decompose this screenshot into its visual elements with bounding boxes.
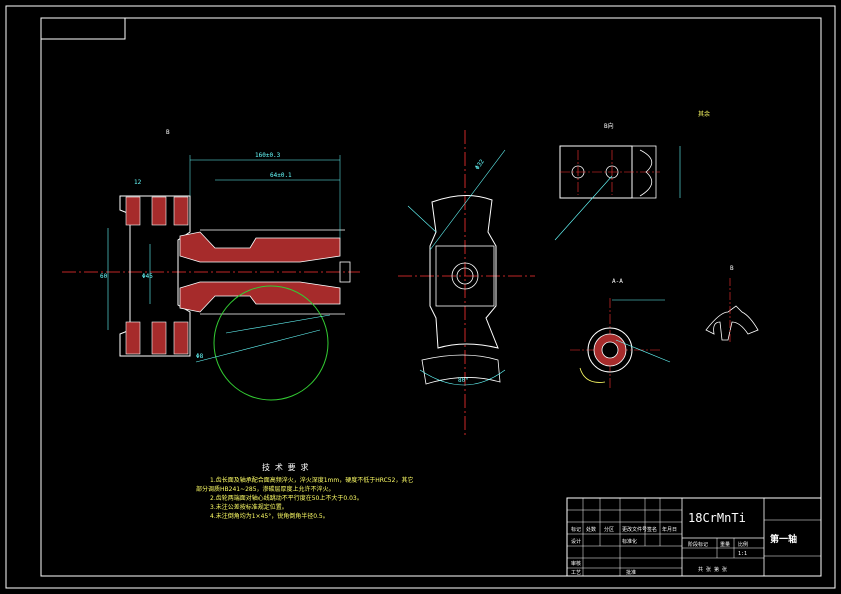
tech-req-line-3: 2.齿轮两端面对轴心线跳动不平行度在50上不大于0.03。 [210, 494, 363, 502]
part-name: 第一轴 [770, 533, 797, 545]
dim-fork-radius: Φ32 [474, 158, 486, 171]
tb-scale: 比例 [738, 541, 748, 548]
spline-bore [601, 341, 619, 359]
tech-req-line-5: 4.未注倒角均为1×45°，锐角倒角半径0.5。 [210, 512, 329, 520]
title-block: 标记 处数 分区 更改文件号 签名 年月日 设计 标准化 审核 工艺 批准 阶段… [566, 497, 822, 577]
hatch-top-1 [125, 196, 141, 226]
view-label-b-direction: B向 [604, 122, 614, 130]
corner-label-box [40, 17, 126, 40]
tb-approve: 批准 [626, 569, 636, 576]
b-direction-view: B向 其余 [554, 110, 710, 241]
tb-weight: 重量 [720, 541, 730, 548]
tech-req-line-2: 部分调质HB241~285，渗碳层厚度上允许不淬火。 [196, 485, 335, 493]
hatch-bot-1 [125, 321, 141, 355]
tb-change-doc: 更改文件号 [622, 526, 647, 533]
tb-stage: 阶段标记 [688, 541, 708, 548]
tech-req-line-1: 1.齿长面及轴承配合面高频淬火，淬火深度1mm，硬度不低于HRC52，其它 [210, 476, 413, 484]
hatch-bot-2 [151, 321, 167, 355]
section-label-a-a: A-A [612, 278, 623, 285]
tb-check: 审核 [571, 560, 581, 567]
hatch-top-3 [173, 196, 189, 226]
tb-sheet: 共 张 第 张 [698, 566, 727, 573]
dim-step: 12 [134, 179, 142, 186]
tech-req-title: 技 术 要 求 [262, 462, 308, 472]
tb-zone: 分区 [604, 526, 614, 533]
hatch-bot-3 [173, 321, 189, 355]
a-a-section-view: A-A [570, 278, 671, 388]
dim-bore: Φ45 [142, 273, 153, 280]
tb-standard: 标准化 [622, 538, 637, 545]
dim-overall-length: 160±0.3 [255, 152, 281, 159]
tb-mark: 标记 [571, 526, 581, 533]
material-label: 18CrMnTi [688, 511, 746, 525]
fork-view: 80° Φ32 [398, 130, 535, 435]
dim-shaft-length: 64±0.1 [270, 172, 292, 179]
tech-req-line-4: 3.未注公差按标准规定位置。 [210, 503, 288, 511]
cad-drawing-canvas: 160±0.3 64±0.1 60 Φ45 Φ8 12 B 80° Φ32 B向… [5, 5, 836, 589]
tb-sign: 签名 [647, 526, 657, 533]
shaft-upper-hatch [179, 231, 341, 263]
tb-designer: 设计 [571, 538, 581, 545]
dim-small-dia: Φ8 [196, 353, 204, 360]
shaft-section-view: 160±0.3 64±0.1 60 Φ45 Φ8 12 B [62, 129, 360, 401]
tb-scale-value: 1:1 [738, 551, 747, 557]
tb-count: 处数 [586, 526, 596, 533]
view-label-b-left: B [166, 129, 170, 136]
tb-process: 工艺 [571, 570, 581, 576]
detail-b-view: B [705, 265, 759, 344]
roughness-note: 其余 [698, 110, 710, 118]
hatch-top-2 [151, 196, 167, 226]
fork-outline [429, 195, 499, 349]
tb-date: 年月日 [662, 526, 677, 533]
dim-fork-angle: 80° [458, 377, 469, 384]
tech-requirements: 技 术 要 求 1.齿长面及轴承配合面高频淬火，淬火深度1mm，硬度不低于HRC… [196, 462, 413, 520]
dim-diameter: 60 [100, 273, 108, 280]
detail-label-b: B [730, 265, 734, 272]
inner-border [40, 17, 822, 577]
detail-b-shape [705, 305, 759, 341]
